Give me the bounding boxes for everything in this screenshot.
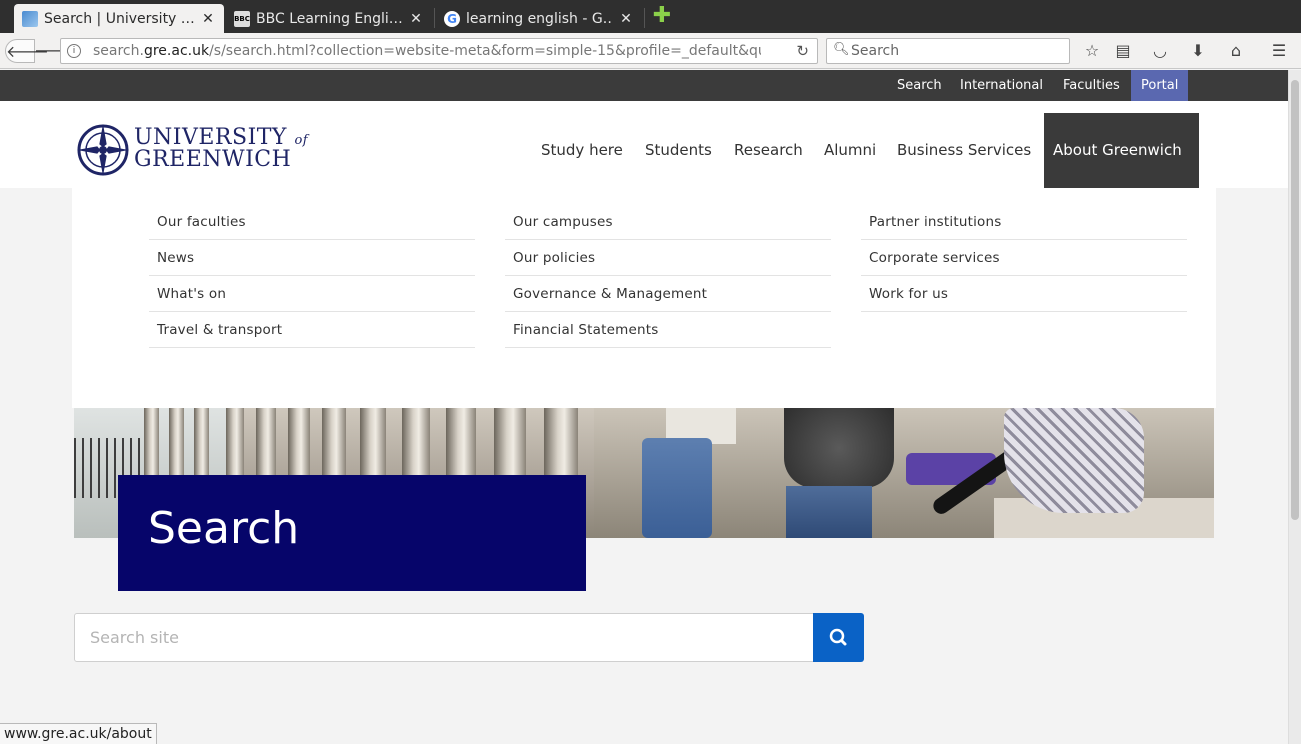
site-search-button[interactable]: [813, 613, 864, 662]
pocket-icon[interactable]: ◡: [1150, 41, 1170, 61]
nav-business-services[interactable]: Business Services: [897, 101, 1031, 188]
tab-title: BBC Learning Engli…: [256, 10, 402, 27]
home-icon[interactable]: ⌂: [1226, 41, 1246, 61]
utility-link-faculties[interactable]: Faculties: [1053, 70, 1130, 101]
browser-tab-bbc[interactable]: BBC BBC Learning Engli… ✕: [226, 4, 432, 33]
browser-search-placeholder: Search: [851, 43, 900, 59]
tab-title: learning english - G…: [466, 10, 612, 27]
nav-students[interactable]: Students: [645, 101, 712, 188]
close-tab-icon[interactable]: ✕: [408, 11, 424, 27]
compass-rose-icon: [77, 124, 129, 176]
search-icon: [829, 628, 847, 646]
reload-icon[interactable]: ↻: [796, 42, 809, 60]
download-arrow-icon[interactable]: ⬇: [1188, 41, 1208, 61]
bookmark-star-icon[interactable]: ☆: [1082, 41, 1102, 61]
tab-separator: [434, 8, 435, 28]
hamburger-menu-icon[interactable]: ☰: [1269, 41, 1289, 61]
menu-link-partner-institutions[interactable]: Partner institutions: [861, 204, 1187, 240]
mega-menu-column-1: Our faculties News What's on Travel & tr…: [149, 204, 475, 348]
menu-link-our-faculties[interactable]: Our faculties: [149, 204, 475, 240]
url-text[interactable]: search.gre.ac.uk/s/search.html?collectio…: [93, 43, 761, 59]
university-logo[interactable]: UNIVERSITY of GREENWICH: [76, 123, 308, 179]
about-mega-menu: Our faculties News What's on Travel & tr…: [72, 188, 1216, 408]
browser-tab-university-search[interactable]: Search | University … ✕: [14, 4, 224, 33]
address-bar[interactable]: i search.gre.ac.uk/s/search.html?collect…: [60, 38, 818, 64]
utility-nav: Search International Faculties Portal: [0, 70, 1288, 101]
browser-nav-bar: 🡐 🡒 i search.gre.ac.uk/s/search.html?col…: [0, 33, 1301, 69]
tab-separator: [644, 8, 645, 28]
page-title-box: Search: [118, 475, 586, 591]
site-search-input[interactable]: [75, 614, 813, 661]
nav-about-greenwich[interactable]: About Greenwich: [1044, 113, 1199, 188]
back-arrow-icon[interactable]: 🡐: [5, 39, 49, 63]
search-icon: 🔍︎: [833, 42, 850, 57]
nav-study-here[interactable]: Study here: [541, 101, 623, 188]
browser-search-box[interactable]: 🔍︎ Search: [826, 38, 1070, 64]
page-title: Search: [148, 503, 300, 554]
nav-alumni[interactable]: Alumni: [824, 101, 876, 188]
menu-link-our-campuses[interactable]: Our campuses: [505, 204, 831, 240]
utility-link-search[interactable]: Search: [887, 70, 952, 101]
web-page: Search International Faculties Portal UN…: [0, 70, 1288, 744]
forward-arrow-icon[interactable]: 🡒: [34, 39, 77, 63]
utility-link-international[interactable]: International: [950, 70, 1053, 101]
menu-link-whats-on[interactable]: What's on: [149, 276, 475, 312]
mega-menu-column-2: Our campuses Our policies Governance & M…: [505, 204, 831, 348]
nav-research[interactable]: Research: [734, 101, 803, 188]
google-favicon-icon: G: [444, 10, 460, 27]
menu-link-financial-statements[interactable]: Financial Statements: [505, 312, 831, 348]
browser-tab-google[interactable]: G learning english - G… ✕: [436, 4, 642, 33]
hero-person-top: [784, 408, 894, 488]
site-header: UNIVERSITY of GREENWICH Study here Stude…: [0, 101, 1288, 188]
tab-title: Search | University …: [44, 10, 194, 27]
menu-link-news[interactable]: News: [149, 240, 475, 276]
menu-link-corporate-services[interactable]: Corporate services: [861, 240, 1187, 276]
site-search-field[interactable]: [74, 613, 814, 662]
menu-link-travel-transport[interactable]: Travel & transport: [149, 312, 475, 348]
scrollbar-thumb[interactable]: [1291, 80, 1299, 520]
status-bar-url: www.gre.ac.uk/about: [0, 723, 157, 744]
hero-dress: [1004, 408, 1144, 513]
menu-link-work-for-us[interactable]: Work for us: [861, 276, 1187, 312]
close-tab-icon[interactable]: ✕: [618, 11, 634, 27]
bbc-favicon-icon: BBC: [234, 10, 250, 27]
menu-link-governance-management[interactable]: Governance & Management: [505, 276, 831, 312]
page-scrollbar[interactable]: [1288, 70, 1301, 744]
new-tab-plus-icon[interactable]: ✚: [652, 5, 672, 27]
browser-tab-bar: Search | University … ✕ BBC BBC Learning…: [0, 0, 1301, 33]
utility-link-portal[interactable]: Portal: [1131, 70, 1188, 101]
university-favicon-icon: [22, 10, 38, 27]
menu-link-our-policies[interactable]: Our policies: [505, 240, 831, 276]
close-tab-icon[interactable]: ✕: [200, 11, 216, 27]
site-info-icon[interactable]: i: [67, 44, 81, 58]
hero-person-jeans: [642, 438, 712, 538]
reading-list-icon[interactable]: ▤: [1113, 41, 1133, 61]
mega-menu-column-3: Partner institutions Corporate services …: [861, 204, 1187, 312]
hero-person-jeans: [786, 486, 872, 538]
logo-text-line2: GREENWICH: [134, 147, 292, 172]
